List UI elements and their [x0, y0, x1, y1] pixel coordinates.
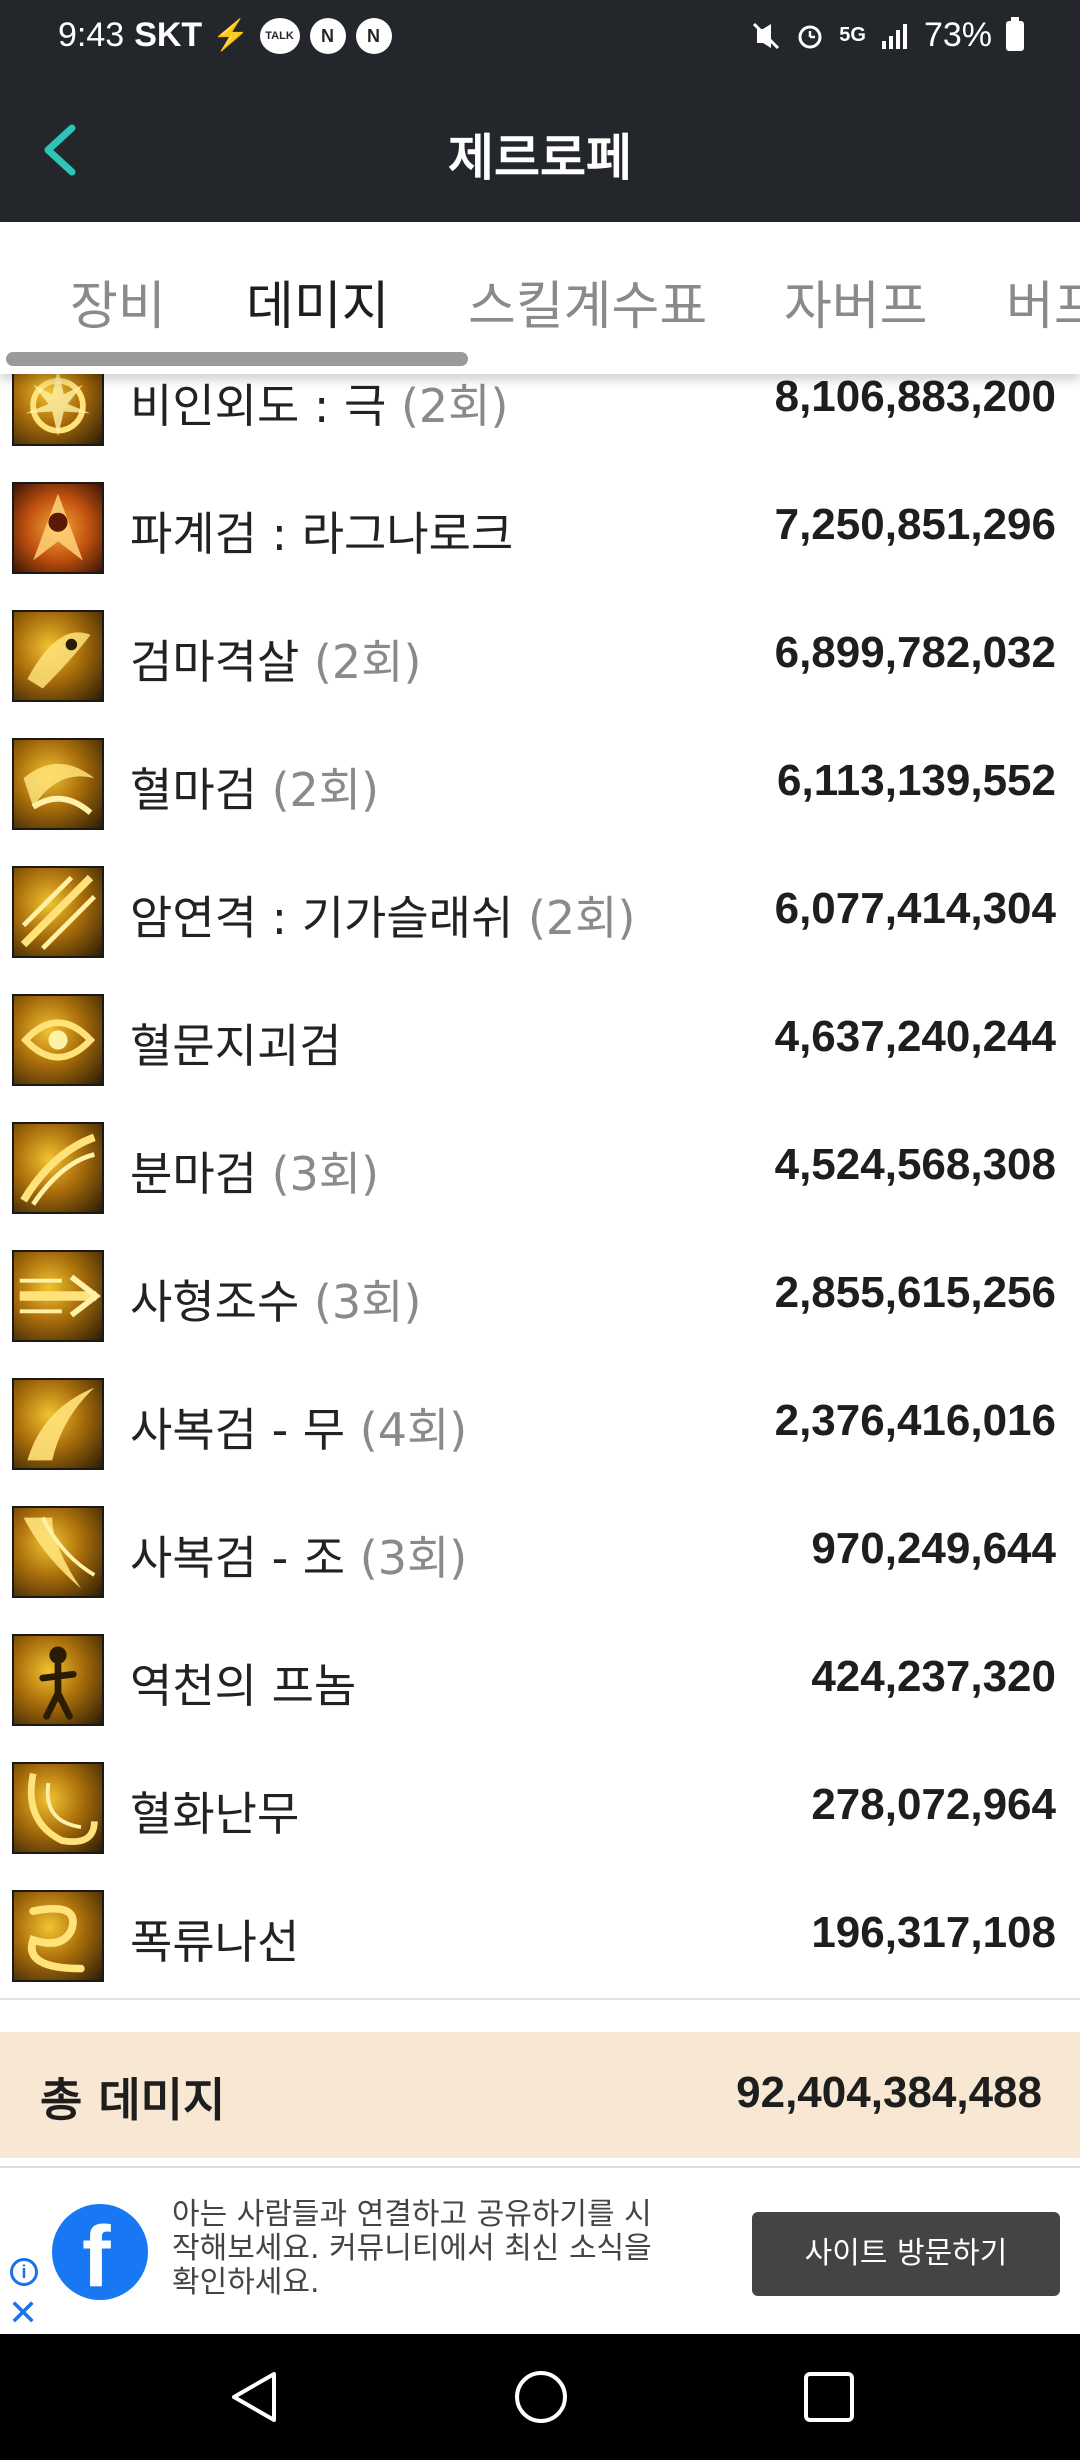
signal-bars-icon [881, 23, 907, 49]
hit-count: (2회) [400, 379, 509, 433]
tab-self-buff[interactable]: 자버프 [784, 264, 928, 339]
naver-icon: N [309, 17, 346, 54]
ad-info-icon[interactable]: i [10, 2258, 38, 2286]
status-bar: 9:43 SKT ⚡ TALK N N 5G 73% [0, 0, 1080, 80]
list-item[interactable]: 파계검 : 라그나로크 7,250,851,296 [0, 462, 1080, 592]
skill-name: 비인외도 : 극 (2회) [130, 379, 509, 433]
skill-name: 사복검 - 조 (3회) [130, 1531, 468, 1585]
skill-damage: 970,249,644 [811, 1524, 1056, 1573]
skill-name: 폭류나선 [130, 1915, 300, 1969]
skill-icon [12, 738, 104, 830]
skill-damage: 4,637,240,244 [774, 1012, 1056, 1061]
skill-icon [12, 866, 104, 958]
nav-back-icon[interactable] [222, 2364, 288, 2430]
naver-icon-2: N [355, 17, 392, 54]
tab-bar: 장비 데미지 스킬계수표 자버프 버프 [0, 222, 1080, 374]
hit-count: (2회) [271, 763, 380, 817]
kakaotalk-icon: TALK [259, 17, 300, 54]
skill-damage: 7,250,851,296 [774, 500, 1056, 549]
clock: 9:43 [58, 16, 125, 54]
list-item[interactable]: 사형조수 (3회) 2,855,615,256 [0, 1230, 1080, 1360]
list-item[interactable]: 비인외도 : 극 (2회) 8,106,883,200 [0, 374, 1080, 464]
tab-skill-coefficient[interactable]: 스킬계수표 [468, 264, 707, 339]
nav-recents-icon[interactable] [796, 2364, 862, 2430]
skill-damage: 2,376,416,016 [774, 1396, 1056, 1445]
skill-name: 암연격 : 기가슬래쉬 (2회) [130, 891, 636, 945]
hit-count: (3회) [359, 1531, 468, 1585]
ad-close-icon[interactable]: ✕ [8, 2292, 38, 2334]
list-item[interactable]: 사복검 - 조 (3회) 970,249,644 [0, 1486, 1080, 1616]
ad-text: 아는 사람들과 연결하고 공유하기를 시작해보세요. 커뮤니티에서 최신 소식을… [172, 2197, 652, 2300]
skill-name: 역천의 프놈 [130, 1659, 357, 1713]
skill-damage-list: 비인외도 : 극 (2회) 8,106,883,200 파계검 : 라그나로크 … [0, 374, 1080, 2026]
visit-site-button[interactable]: 사이트 방문하기 [752, 2212, 1060, 2296]
hit-count: (2회) [313, 635, 422, 689]
mute-icon [753, 22, 780, 49]
total-damage-label: 총 데미지 [40, 2073, 226, 2127]
list-item[interactable]: 폭류나선 196,317,108 [0, 1870, 1080, 2000]
skill-icon [12, 482, 104, 574]
signal-icon: ⚡ [212, 19, 250, 52]
network-type: 5G [839, 24, 866, 46]
list-item[interactable]: 역천의 프놈 424,237,320 [0, 1614, 1080, 1744]
skill-name: 사형조수 (3회) [130, 1275, 422, 1329]
list-item[interactable]: 혈마검 (2회) 6,113,139,552 [0, 718, 1080, 848]
skill-icon [12, 1634, 104, 1726]
skill-name: 검마격살 (2회) [130, 635, 422, 689]
system-nav-bar [0, 2334, 1080, 2460]
skill-name: 혈마검 (2회) [130, 763, 380, 817]
skill-name: 혈화난무 [130, 1787, 300, 1841]
battery-percent: 73% [923, 16, 992, 54]
skill-name: 분마검 (3회) [130, 1147, 380, 1201]
page-title: 제르로페 [448, 129, 632, 187]
skill-damage: 6,077,414,304 [774, 884, 1056, 933]
carrier-name: SKT [134, 16, 203, 54]
list-item[interactable]: 사복검 - 무 (4회) 2,376,416,016 [0, 1358, 1080, 1488]
list-item[interactable]: 암연격 : 기가슬래쉬 (2회) 6,077,414,304 [0, 846, 1080, 976]
skill-name: 혈문지괴검 [130, 1019, 342, 1073]
skill-icon [12, 1250, 104, 1342]
hit-count: (4회) [359, 1403, 468, 1457]
skill-damage: 196,317,108 [811, 1908, 1056, 1957]
skill-name: 파계검 : 라그나로크 [130, 507, 514, 561]
nav-home-icon[interactable] [508, 2364, 574, 2430]
skill-icon [12, 994, 104, 1086]
list-item[interactable]: 혈문지괴검 4,637,240,244 [0, 974, 1080, 1104]
skill-icon [12, 1378, 104, 1470]
skill-icon [12, 610, 104, 702]
skill-damage: 6,113,139,552 [777, 756, 1056, 805]
tab-equipment[interactable]: 장비 [70, 264, 166, 339]
skill-icon [12, 374, 104, 446]
skill-icon [12, 1122, 104, 1214]
tab-damage[interactable]: 데미지 [246, 264, 390, 339]
total-damage-value: 92,404,384,488 [736, 2068, 1042, 2117]
skill-damage: 6,899,782,032 [774, 628, 1056, 677]
hit-count: (2회) [527, 891, 636, 945]
total-damage-bar: 총 데미지 92,404,384,488 [0, 2032, 1080, 2158]
hit-count: (3회) [271, 1147, 380, 1201]
app-bar: 제르로페 [0, 80, 1080, 222]
skill-icon [12, 1762, 104, 1854]
list-item[interactable]: 혈화난무 278,072,964 [0, 1742, 1080, 1872]
hit-count: (3회) [313, 1275, 422, 1329]
alarm-icon [798, 25, 822, 48]
skill-damage: 424,237,320 [811, 1652, 1056, 1701]
tab-buff[interactable]: 버프 [1006, 264, 1080, 339]
battery-icon [1006, 16, 1024, 51]
status-bar-left: 9:43 SKT ⚡ TALK N N [58, 16, 392, 55]
skill-damage: 8,106,883,200 [774, 374, 1056, 421]
skill-name: 사복검 - 무 (4회) [130, 1403, 468, 1457]
facebook-logo-icon: f [52, 2204, 148, 2305]
list-item[interactable]: 검마격살 (2회) 6,899,782,032 [0, 590, 1080, 720]
skill-icon [12, 1890, 104, 1982]
skill-damage: 4,524,568,308 [774, 1140, 1056, 1189]
skill-icon [12, 1506, 104, 1598]
list-item[interactable]: 분마검 (3회) 4,524,568,308 [0, 1102, 1080, 1232]
skill-damage: 278,072,964 [811, 1780, 1056, 1829]
ad-banner[interactable]: i ✕ f 아는 사람들과 연결하고 공유하기를 시작해보세요. 커뮤니티에서 … [0, 2166, 1080, 2334]
status-bar-right: 5G 73% [751, 16, 1024, 55]
tab-scroll-indicator [6, 352, 468, 366]
skill-damage: 2,855,615,256 [774, 1268, 1056, 1317]
